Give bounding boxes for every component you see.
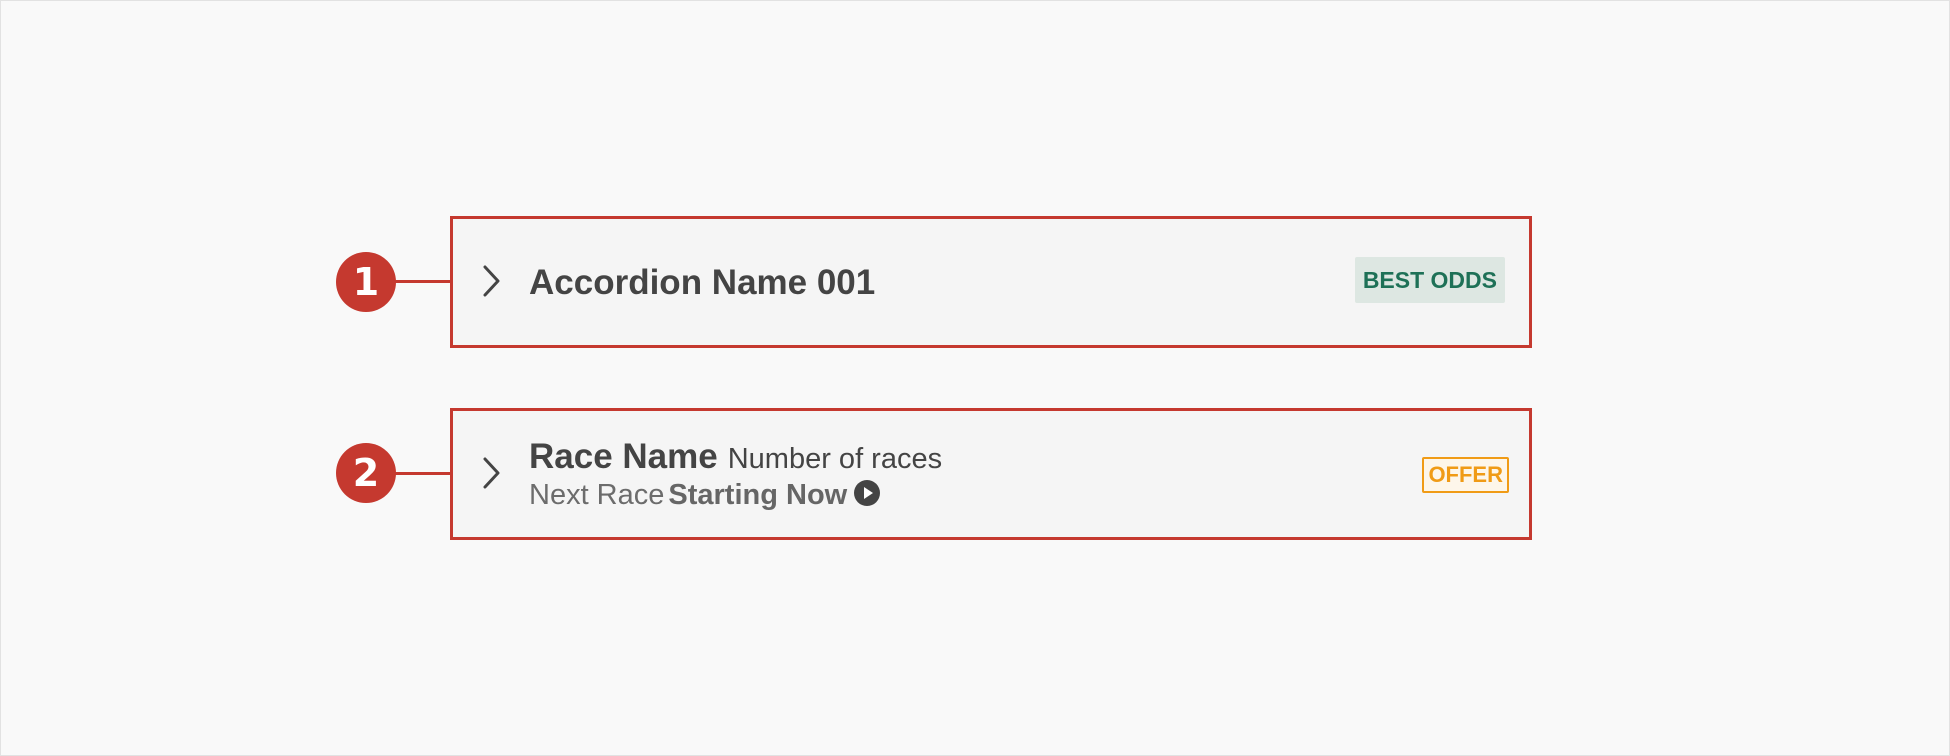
next-race-status: Starting Now bbox=[668, 479, 848, 511]
race-header: Race Name Number of races bbox=[529, 437, 942, 477]
chevron-right-icon bbox=[481, 264, 501, 298]
callout-badge-1: 1 bbox=[336, 252, 396, 312]
play-circle-icon bbox=[853, 479, 881, 507]
next-race-label: Next Race bbox=[529, 479, 665, 511]
accordion-item-2[interactable]: Race Name Number of races Next Race Starti… bbox=[450, 408, 1532, 540]
canvas-frame bbox=[0, 0, 1950, 756]
race-name: Race Name bbox=[529, 437, 718, 476]
callout-connector-2 bbox=[394, 472, 452, 475]
offer-badge: OFFER bbox=[1422, 457, 1509, 493]
accordion-title: Accordion Name 001 bbox=[529, 263, 876, 302]
chevron-right-icon bbox=[481, 456, 501, 490]
race-count: Number of races bbox=[727, 443, 943, 475]
best-odds-badge: BEST ODDS bbox=[1354, 257, 1505, 303]
callout-connector-1 bbox=[394, 280, 452, 283]
next-race-info: Next Race Starting Now bbox=[529, 479, 881, 512]
callout-badge-2: 2 bbox=[336, 443, 396, 503]
accordion-item-1[interactable]: Accordion Name 001 BEST ODDS bbox=[450, 216, 1532, 348]
